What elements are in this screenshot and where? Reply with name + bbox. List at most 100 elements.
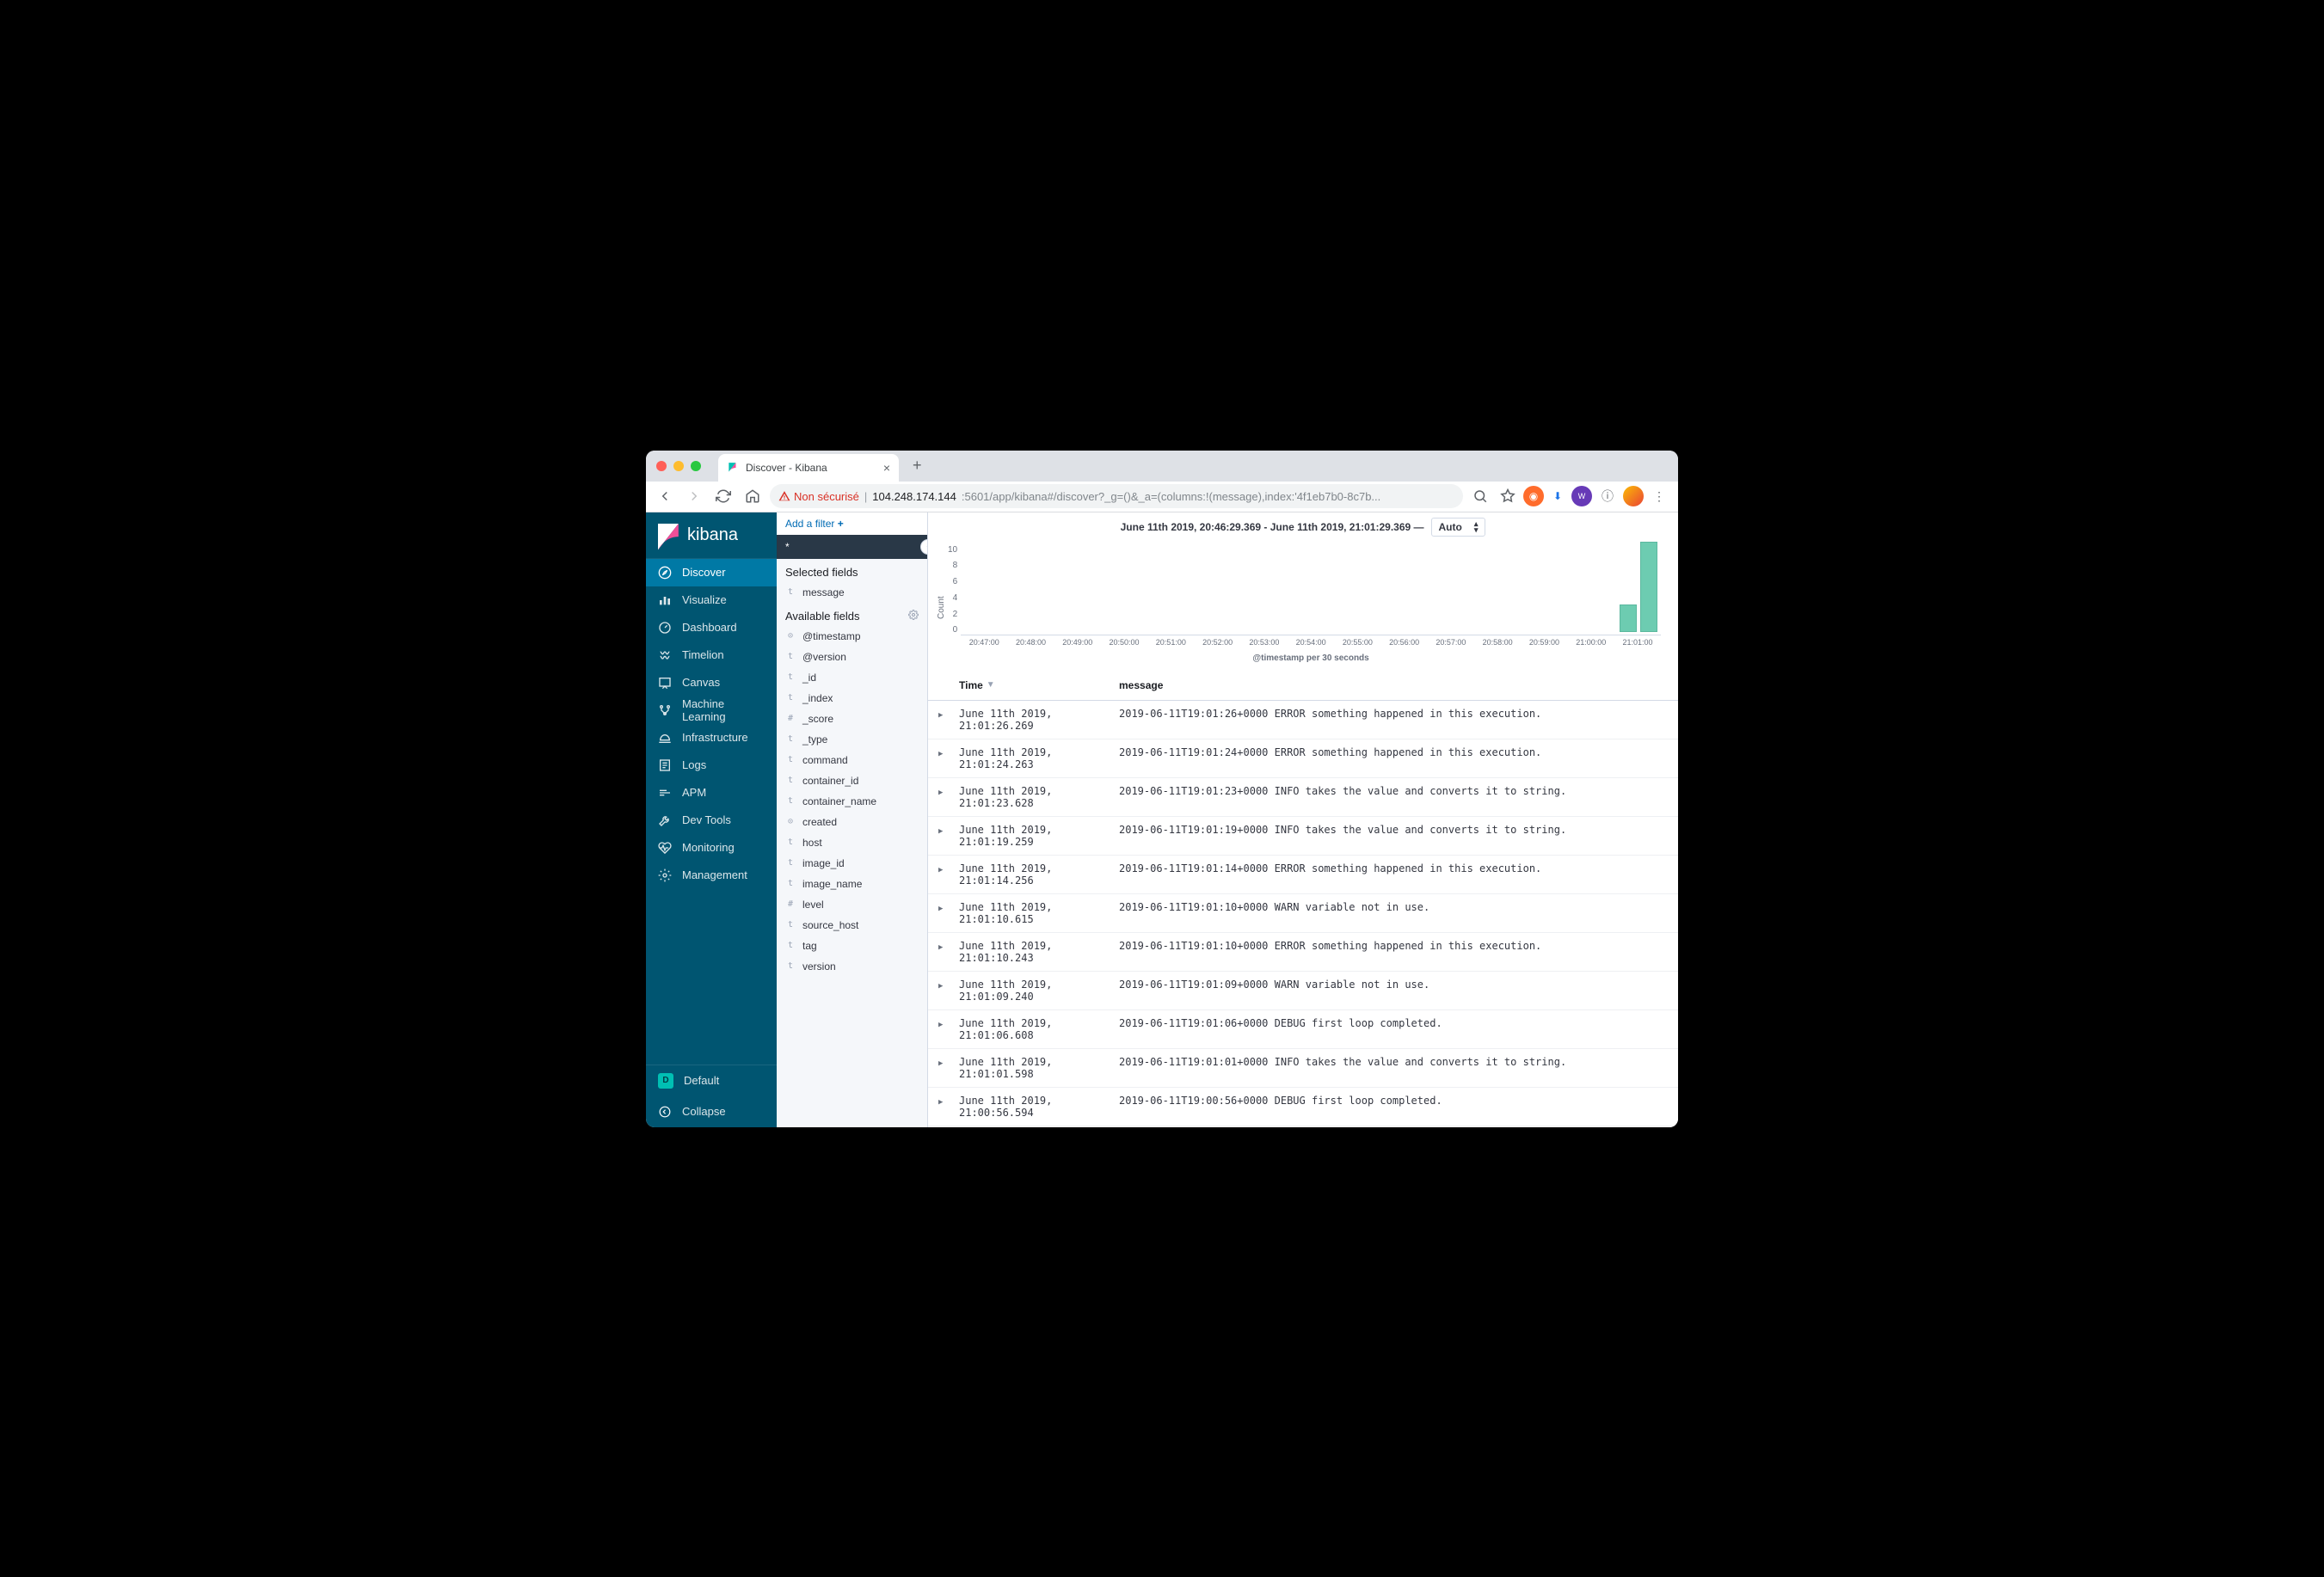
field-created[interactable]: ⊙created: [777, 812, 927, 832]
field-image_id[interactable]: timage_id: [777, 853, 927, 874]
field-type-icon: t: [785, 838, 796, 847]
search-icon[interactable]: [1468, 484, 1492, 508]
field-_id[interactable]: t_id: [777, 667, 927, 688]
sidenav-item-dashboard[interactable]: Dashboard: [646, 614, 777, 641]
field-type-icon: t: [785, 776, 796, 785]
histogram-bar[interactable]: [1620, 604, 1637, 632]
table-row[interactable]: ▶June 11th 2019, 21:01:24.2632019-06-11T…: [928, 739, 1678, 778]
expand-row-icon[interactable]: ▶: [938, 1021, 943, 1029]
table-row[interactable]: ▶June 11th 2019, 21:01:19.2592019-06-11T…: [928, 817, 1678, 856]
index-pattern-tab[interactable]: * ‹: [777, 535, 927, 559]
browser-tab[interactable]: Discover - Kibana ×: [718, 454, 899, 482]
collapse-nav-button[interactable]: Collapse: [646, 1096, 777, 1127]
sidenav-item-canvas[interactable]: Canvas: [646, 669, 777, 696]
field-_type[interactable]: t_type: [777, 729, 927, 750]
row-message: 2019-06-11T19:01:09+0000 WARN variable n…: [1119, 979, 1668, 1003]
gauge-icon: [658, 621, 672, 635]
field-container_id[interactable]: tcontainer_id: [777, 770, 927, 791]
field-version[interactable]: tversion: [777, 956, 927, 977]
new-tab-button[interactable]: +: [906, 457, 929, 475]
field-_index[interactable]: t_index: [777, 688, 927, 709]
expand-row-icon[interactable]: ▶: [938, 750, 943, 758]
canvas-icon: [658, 676, 672, 690]
sidenav-item-apm[interactable]: APM: [646, 779, 777, 807]
expand-row-icon[interactable]: ▶: [938, 905, 943, 913]
minimize-window-button[interactable]: [673, 461, 684, 471]
close-window-button[interactable]: [656, 461, 667, 471]
close-tab-icon[interactable]: ×: [883, 461, 890, 475]
address-bar[interactable]: Non sécurisé | 104.248.174.144:5601/app/…: [770, 484, 1463, 508]
field-@timestamp[interactable]: ⊙@timestamp: [777, 626, 927, 647]
row-timestamp: June 11th 2019, 21:00:56.594: [959, 1095, 1119, 1119]
reload-button[interactable]: [711, 484, 735, 508]
table-row[interactable]: ▶June 11th 2019, 21:01:23.6282019-06-11T…: [928, 778, 1678, 817]
home-button[interactable]: [741, 484, 765, 508]
time-column-header[interactable]: Time ▼: [959, 679, 1119, 691]
field-_score[interactable]: #_score: [777, 709, 927, 729]
expand-row-icon[interactable]: ▶: [938, 982, 943, 991]
maximize-window-button[interactable]: [691, 461, 701, 471]
profile-avatar[interactable]: [1623, 486, 1644, 506]
field-host[interactable]: thost: [777, 832, 927, 853]
wrench-icon: [658, 813, 672, 827]
row-timestamp: June 11th 2019, 21:01:19.259: [959, 824, 1119, 848]
add-filter-button[interactable]: Add a filter +: [777, 512, 927, 535]
table-row[interactable]: ▶June 11th 2019, 21:01:09.2402019-06-11T…: [928, 972, 1678, 1010]
expand-row-icon[interactable]: ▶: [938, 1059, 943, 1068]
table-row[interactable]: ▶June 11th 2019, 21:01:10.6152019-06-11T…: [928, 894, 1678, 933]
sidenav-item-dev-tools[interactable]: Dev Tools: [646, 807, 777, 834]
table-row[interactable]: ▶June 11th 2019, 21:01:10.2432019-06-11T…: [928, 933, 1678, 972]
extension-icon[interactable]: ⬇: [1547, 486, 1568, 506]
extension-icon[interactable]: ◉: [1523, 486, 1544, 506]
histogram-bar[interactable]: [1640, 542, 1657, 632]
field-image_name[interactable]: timage_name: [777, 874, 927, 894]
table-row[interactable]: ▶June 11th 2019, 21:01:26.2692019-06-11T…: [928, 701, 1678, 739]
bookmark-star-icon[interactable]: [1496, 484, 1520, 508]
field-message[interactable]: tmessage: [777, 582, 927, 603]
space-selector[interactable]: D Default: [646, 1065, 777, 1096]
field-command[interactable]: tcommand: [777, 750, 927, 770]
extension-icon[interactable]: W: [1571, 486, 1592, 506]
back-button[interactable]: [653, 484, 677, 508]
space-badge: D: [658, 1073, 673, 1089]
sidenav-item-infrastructure[interactable]: Infrastructure: [646, 724, 777, 752]
sidenav-item-monitoring[interactable]: Monitoring: [646, 834, 777, 862]
expand-row-icon[interactable]: ▶: [938, 943, 943, 952]
field-@version[interactable]: t@version: [777, 647, 927, 667]
sidenav-item-logs[interactable]: Logs: [646, 752, 777, 779]
table-row[interactable]: ▶June 11th 2019, 21:00:55.5882019-06-11T…: [928, 1126, 1678, 1127]
table-row[interactable]: ▶June 11th 2019, 21:01:01.5982019-06-11T…: [928, 1049, 1678, 1088]
forward-button[interactable]: [682, 484, 706, 508]
chevron-updown-icon: ▴▾: [1474, 521, 1479, 533]
field-source_host[interactable]: tsource_host: [777, 915, 927, 936]
field-level[interactable]: #level: [777, 894, 927, 915]
kibana-logo[interactable]: kibana: [646, 512, 777, 559]
row-message: 2019-06-11T19:01:01+0000 INFO takes the …: [1119, 1056, 1668, 1080]
message-column-header[interactable]: message: [1119, 679, 1668, 691]
sidenav-item-discover[interactable]: Discover: [646, 559, 777, 586]
sidenav-item-management[interactable]: Management: [646, 862, 777, 889]
y-axis-label: Count: [935, 545, 948, 671]
sidenav-item-machine-learning[interactable]: Machine Learning: [646, 696, 777, 724]
expand-row-icon[interactable]: ▶: [938, 827, 943, 836]
extension-icon[interactable]: ⓘ: [1595, 484, 1620, 508]
y-axis-ticks: 1086420: [948, 545, 961, 635]
sidenav-item-visualize[interactable]: Visualize: [646, 586, 777, 614]
field-tag[interactable]: ttag: [777, 936, 927, 956]
menu-icon[interactable]: ⋮: [1647, 484, 1671, 508]
row-timestamp: June 11th 2019, 21:01:23.628: [959, 785, 1119, 809]
row-message: 2019-06-11T19:00:56+0000 DEBUG first loo…: [1119, 1095, 1668, 1119]
table-row[interactable]: ▶June 11th 2019, 21:01:06.6082019-06-11T…: [928, 1010, 1678, 1049]
histogram-chart[interactable]: Count 1086420 20:47:0020:48:0020:49:0020…: [928, 542, 1678, 671]
expand-row-icon[interactable]: ▶: [938, 866, 943, 874]
fields-settings-icon[interactable]: [908, 610, 919, 623]
interval-select[interactable]: Auto ▴▾: [1431, 518, 1486, 537]
expand-row-icon[interactable]: ▶: [938, 711, 943, 720]
field-container_name[interactable]: tcontainer_name: [777, 791, 927, 812]
collapse-panel-icon[interactable]: ‹: [920, 539, 928, 555]
table-row[interactable]: ▶ June 11th 2019, 21:00:56.5942019-06-11T…: [928, 1088, 1678, 1126]
expand-row-icon[interactable]: ▶: [938, 1098, 943, 1107]
expand-row-icon[interactable]: ▶: [938, 788, 943, 797]
sidenav-item-timelion[interactable]: Timelion: [646, 641, 777, 669]
table-row[interactable]: ▶June 11th 2019, 21:01:14.2562019-06-11T…: [928, 856, 1678, 894]
